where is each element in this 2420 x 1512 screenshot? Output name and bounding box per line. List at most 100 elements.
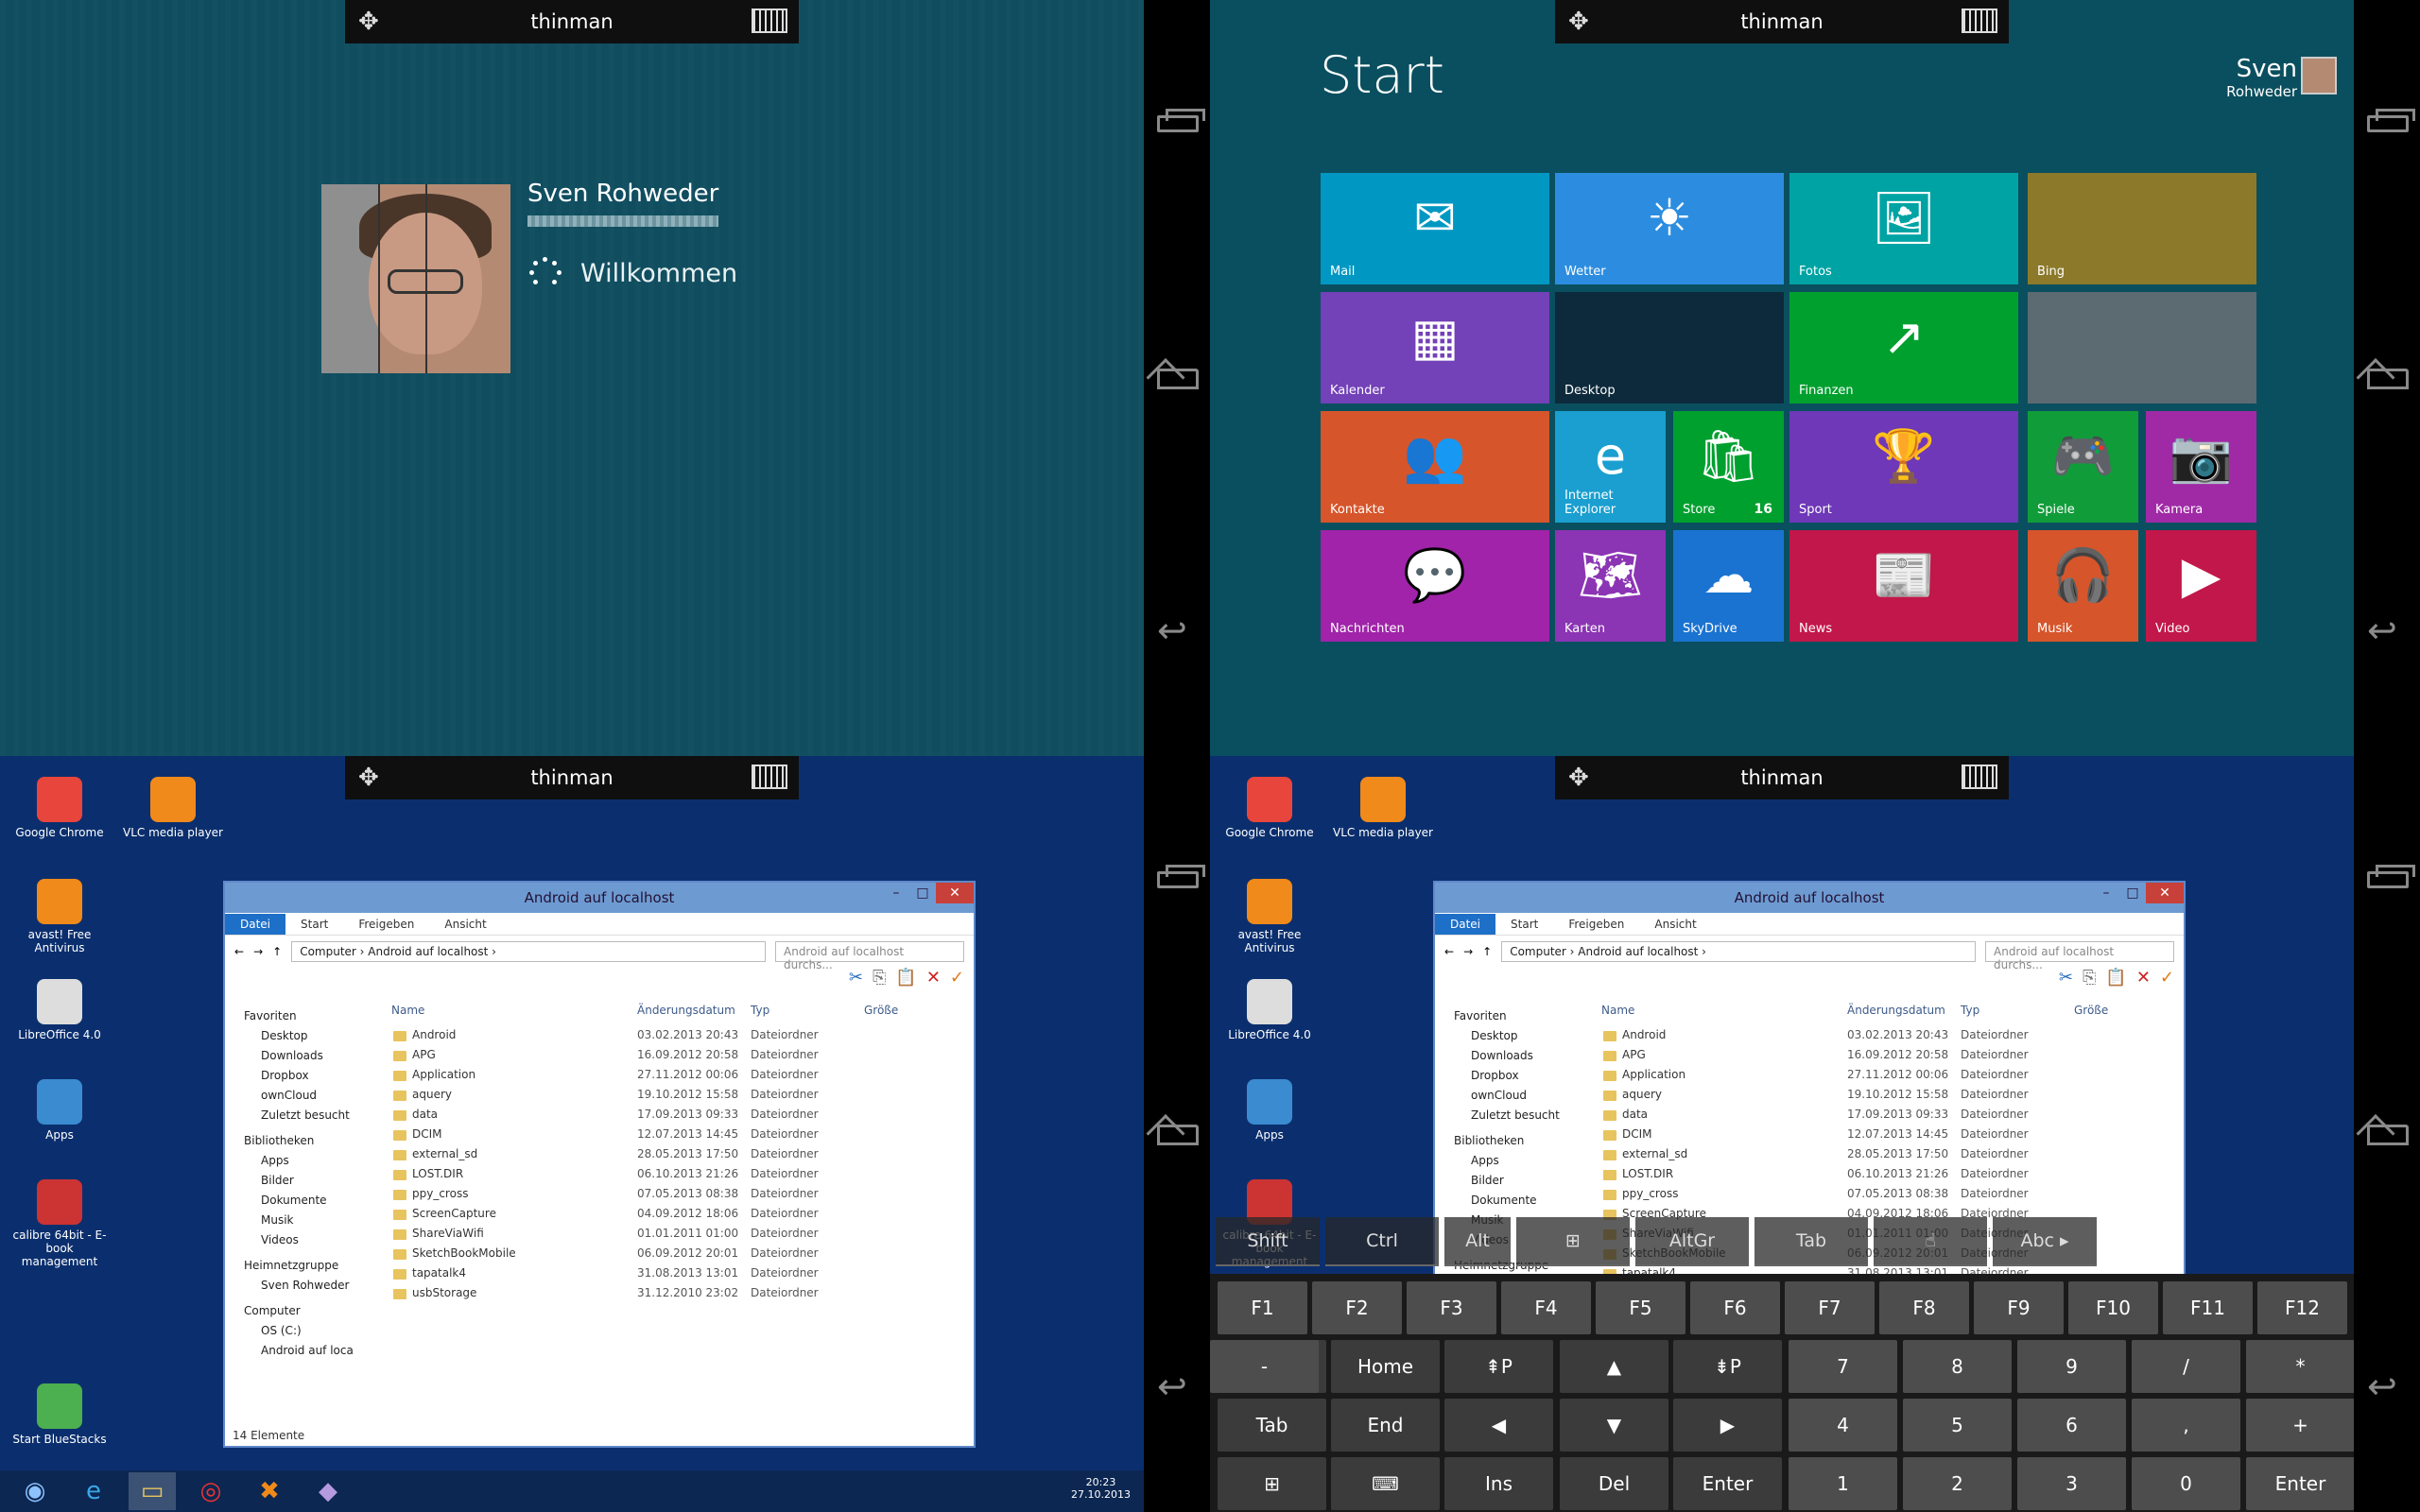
search-input[interactable]: Android auf localhost durchs... bbox=[775, 941, 964, 971]
keyboard-icon[interactable] bbox=[752, 765, 787, 789]
key-item[interactable]: ⊞ bbox=[1516, 1217, 1630, 1266]
nav-item-favoriten[interactable]: Favoriten bbox=[233, 1009, 384, 1029]
key-0[interactable]: 0 bbox=[2132, 1457, 2240, 1510]
recent-apps-icon[interactable] bbox=[1157, 109, 1205, 132]
tile-musik[interactable]: 🎧 Musik bbox=[2028, 530, 2138, 642]
table-row[interactable]: usbStorage31.12.2010 23:02 Dateiordner bbox=[391, 1282, 959, 1302]
tile-sport[interactable]: 🏆 Sport bbox=[1789, 411, 2018, 523]
address-field[interactable]: Computer › Android auf localhost › bbox=[1501, 941, 1976, 962]
nav-item-computer[interactable]: Computer bbox=[233, 1304, 384, 1324]
check-icon[interactable]: ✓ bbox=[2160, 968, 2174, 992]
column-header-gr-e[interactable]: Größe bbox=[864, 1004, 940, 1024]
nav-item-desktop[interactable]: Desktop bbox=[233, 1029, 384, 1049]
paste-icon[interactable]: 📋 bbox=[895, 968, 916, 992]
key-8[interactable]: 8 bbox=[1903, 1340, 2012, 1393]
desktop-icon-avast-free-antivirus[interactable]: avast! Free Antivirus bbox=[8, 879, 112, 954]
maximize-button[interactable]: □ bbox=[909, 883, 936, 903]
key-item[interactable]: , bbox=[2132, 1399, 2240, 1452]
nav-item-apps[interactable]: Apps bbox=[233, 1154, 384, 1174]
key-ins[interactable]: Ins bbox=[1444, 1457, 1553, 1510]
key-ctrl[interactable]: Ctrl bbox=[1325, 1217, 1439, 1266]
tab-start[interactable]: Start bbox=[1495, 914, 1553, 935]
key-3[interactable]: 3 bbox=[2017, 1457, 2126, 1510]
home-icon[interactable] bbox=[2367, 1125, 2409, 1145]
back-icon[interactable]: ↩ bbox=[1157, 612, 1199, 648]
key-p[interactable]: ⇟P bbox=[1673, 1340, 1782, 1393]
search-input[interactable]: Android auf localhost durchs... bbox=[1985, 941, 2174, 971]
tile-karten[interactable]: 🗺 Karten bbox=[1555, 530, 1666, 642]
key-f4[interactable]: F4 bbox=[1501, 1281, 1591, 1334]
tile-news[interactable]: 📰 News bbox=[1789, 530, 2018, 642]
nav-item-sven-rohweder[interactable]: Sven Rohweder bbox=[233, 1279, 384, 1298]
table-row[interactable]: data 17.09.2013 09:33 Dateiordner bbox=[1601, 1104, 2169, 1124]
column-header-name[interactable]: Name bbox=[391, 1004, 637, 1024]
key-home[interactable]: Home bbox=[1331, 1340, 1440, 1393]
nav-item-dropbox[interactable]: Dropbox bbox=[1443, 1069, 1594, 1089]
desktop-icon-google-chrome[interactable]: Google Chrome bbox=[1218, 777, 1322, 839]
nav-item-zuletzt-besucht[interactable]: Zuletzt besucht bbox=[233, 1108, 384, 1128]
key-item[interactable]: * bbox=[2246, 1340, 2354, 1393]
desktop-icon-vlc-media-player[interactable]: VLC media player bbox=[1331, 777, 1435, 839]
table-row[interactable]: tapatalk4 31.08.2013 13:01 Dateiordner bbox=[391, 1263, 959, 1282]
start-orb-icon[interactable]: ◉ bbox=[11, 1472, 59, 1510]
table-row[interactable]: aquery 19.10.2012 15:58 Dateiordner bbox=[1601, 1084, 2169, 1104]
cut-icon[interactable]: ✂ bbox=[849, 968, 863, 992]
up-arrow-icon[interactable]: ↑ bbox=[272, 945, 282, 958]
key-altgr[interactable]: AltGr bbox=[1635, 1217, 1749, 1266]
table-row[interactable]: ShareViaWifi01.01.2011 01:00 Dateiordner bbox=[391, 1223, 959, 1243]
app-icon[interactable]: ◆ bbox=[304, 1472, 352, 1510]
key-item[interactable]: ⌨ bbox=[1331, 1457, 1440, 1510]
key-f5[interactable]: F5 bbox=[1596, 1281, 1685, 1334]
forward-arrow-icon[interactable]: → bbox=[1463, 945, 1473, 958]
table-row[interactable]: LOST.DIR 06.10.2013 21:26 Dateiordner bbox=[1601, 1163, 2169, 1183]
nav-item-videos[interactable]: Videos bbox=[233, 1233, 384, 1253]
table-row[interactable]: Android 03.02.2013 20:43 Dateiordner bbox=[1601, 1024, 2169, 1044]
nav-item-os-c[interactable]: OS (C:) bbox=[233, 1324, 384, 1344]
move-icon[interactable]: ✥ bbox=[1568, 764, 1589, 792]
delete-icon[interactable]: ✕ bbox=[2136, 968, 2151, 992]
nav-item-owncloud[interactable]: ownCloud bbox=[1443, 1089, 1594, 1108]
avast-icon[interactable]: ✖ bbox=[246, 1472, 293, 1510]
back-arrow-icon[interactable]: ← bbox=[1444, 945, 1454, 958]
nav-item-bibliotheken[interactable]: Bibliotheken bbox=[1443, 1134, 1594, 1154]
desktop-icon-vlc-media-player[interactable]: VLC media player bbox=[121, 777, 225, 839]
key-del[interactable]: Del bbox=[1560, 1457, 1668, 1510]
copy-icon[interactable]: ⎘ bbox=[2083, 968, 2096, 992]
move-icon[interactable]: ✥ bbox=[358, 8, 379, 36]
key-item[interactable]: ◀ bbox=[1444, 1399, 1553, 1452]
desktop-icon-libreoffice-4-0[interactable]: LibreOffice 4.0 bbox=[8, 979, 112, 1041]
nav-item-favoriten[interactable]: Favoriten bbox=[1443, 1009, 1594, 1029]
tile-spiele[interactable]: 🎮 Spiele bbox=[2028, 411, 2138, 523]
tile-store[interactable]: 🛍 Store 16 bbox=[1673, 411, 1784, 523]
tab-freigeben[interactable]: Freigeben bbox=[343, 914, 429, 935]
nav-item-downloads[interactable]: Downloads bbox=[233, 1049, 384, 1069]
key-item[interactable]: - bbox=[1210, 1340, 1319, 1393]
column-header-gr-e[interactable]: Größe bbox=[2074, 1004, 2150, 1024]
tile-video[interactable]: ▶ Video bbox=[2146, 530, 2256, 642]
key-4[interactable]: 4 bbox=[1789, 1399, 1897, 1452]
tile-finanzen[interactable]: ↗ Finanzen bbox=[1789, 292, 2018, 404]
forward-arrow-icon[interactable]: → bbox=[253, 945, 263, 958]
column-header-nderungsdatum[interactable]: Änderungsdatum bbox=[637, 1004, 751, 1024]
desktop-icon-calibre-64bit-e-book-management[interactable]: calibre 64bit - E-book management bbox=[8, 1179, 112, 1268]
key-item[interactable]: ⊞ bbox=[1218, 1457, 1326, 1510]
key-item[interactable]: ▲ bbox=[1560, 1340, 1668, 1393]
recent-apps-icon[interactable] bbox=[1157, 865, 1205, 888]
copy-icon[interactable]: ⎘ bbox=[873, 968, 886, 992]
tile-mail[interactable]: ✉ Mail bbox=[1321, 173, 1549, 284]
tile-desktop[interactable]: Desktop bbox=[1555, 292, 1784, 404]
nav-item-musik[interactable]: Musik bbox=[233, 1213, 384, 1233]
key-f8[interactable]: F8 bbox=[1879, 1281, 1969, 1334]
nav-item-bilder[interactable]: Bilder bbox=[1443, 1174, 1594, 1194]
nav-item-downloads[interactable]: Downloads bbox=[1443, 1049, 1594, 1069]
key-f6[interactable]: F6 bbox=[1690, 1281, 1780, 1334]
tile-bing[interactable]: Bing bbox=[2028, 173, 2256, 284]
key-enter[interactable]: Enter bbox=[2246, 1457, 2354, 1510]
back-icon[interactable]: ↩ bbox=[2367, 1368, 2409, 1404]
key-f11[interactable]: F11 bbox=[2163, 1281, 2253, 1334]
home-icon[interactable] bbox=[1157, 1125, 1199, 1145]
key-alt[interactable]: Alt bbox=[1444, 1217, 1511, 1266]
key-1[interactable]: 1 bbox=[1789, 1457, 1897, 1510]
table-row[interactable]: DCIM 12.07.2013 14:45 Dateiordner bbox=[1601, 1124, 2169, 1143]
nav-item-heimnetzgruppe[interactable]: Heimnetzgruppe bbox=[233, 1259, 384, 1279]
